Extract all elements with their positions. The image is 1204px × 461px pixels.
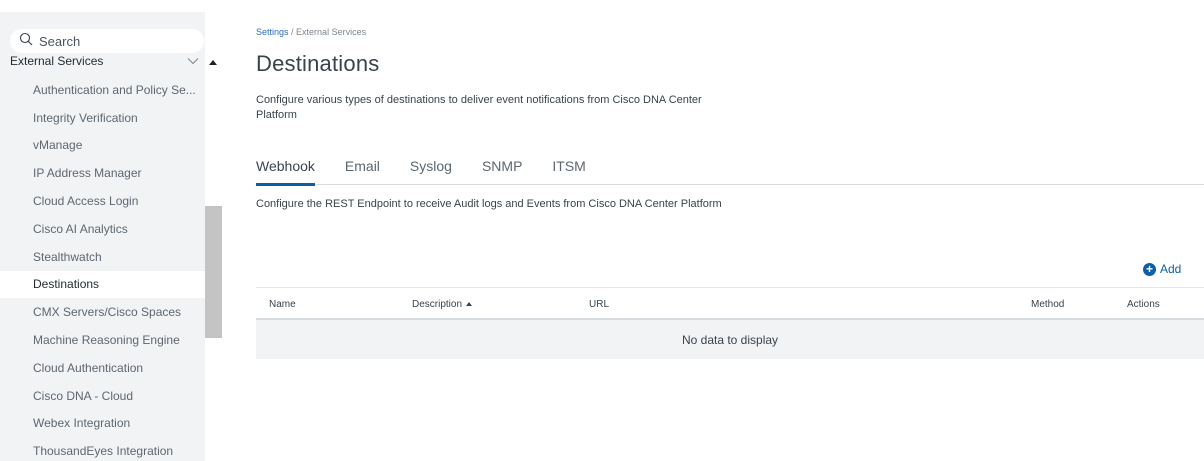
search-box[interactable] — [10, 29, 204, 53]
sidebar: External Services Authentication and Pol… — [0, 0, 222, 461]
sidebar-item-cloud-access-login[interactable]: Cloud Access Login — [0, 187, 205, 215]
tab-email[interactable]: Email — [345, 157, 380, 185]
table-header: Name Description URL Method Actions — [256, 287, 1204, 320]
plus-circle-icon: + — [1143, 262, 1156, 276]
search-icon — [19, 32, 33, 51]
tab-webhook[interactable]: Webhook — [256, 157, 315, 186]
page-description: Configure various types of destinations … — [256, 94, 702, 121]
tab-snmp[interactable]: SNMP — [482, 157, 522, 185]
chevron-down-icon[interactable] — [187, 54, 199, 68]
column-header-url[interactable]: URL — [589, 299, 609, 310]
sidebar-item-ip-address-manager[interactable]: IP Address Manager — [0, 159, 205, 187]
sidebar-item-thousandeyes-integration[interactable]: ThousandEyes Integration — [0, 437, 205, 461]
tab-syslog[interactable]: Syslog — [410, 157, 452, 185]
sidebar-item-cisco-ai-analytics[interactable]: Cisco AI Analytics — [0, 215, 205, 243]
add-button-label: Add — [1160, 262, 1182, 276]
page-title: Destinations — [256, 51, 380, 76]
sidebar-nav: Authentication and Policy Se... Integrit… — [0, 76, 205, 461]
breadcrumb-current: External Services — [296, 27, 367, 37]
section-header-external-services[interactable]: External Services — [10, 52, 205, 70]
sidebar-item-vmanage[interactable]: vManage — [0, 132, 205, 160]
sidebar-item-authentication-policy[interactable]: Authentication and Policy Se... — [0, 76, 205, 104]
column-header-description-label: Description — [412, 299, 463, 310]
table-empty-row: No data to display — [256, 320, 1204, 359]
tab-itsm[interactable]: ITSM — [552, 157, 585, 185]
breadcrumb-settings-link[interactable]: Settings — [256, 27, 289, 37]
sidebar-item-integrity-verification[interactable]: Integrity Verification — [0, 104, 205, 132]
sidebar-item-cisco-dna-cloud[interactable]: Cisco DNA - Cloud — [0, 382, 205, 410]
main-content: Settings / External Services Destination… — [256, 0, 1204, 461]
column-header-method[interactable]: Method — [1031, 299, 1064, 310]
scrollbar-thumb[interactable] — [205, 206, 222, 338]
sidebar-scrollbar[interactable] — [205, 50, 222, 461]
column-header-actions: Actions — [1127, 299, 1160, 310]
scroll-up-arrow-icon[interactable] — [209, 60, 217, 65]
breadcrumb: Settings / External Services — [256, 27, 366, 37]
breadcrumb-separator: / — [288, 27, 297, 37]
section-title: External Services — [10, 54, 104, 68]
sidebar-item-destinations[interactable]: Destinations — [0, 270, 205, 299]
column-header-name[interactable]: Name — [269, 299, 296, 310]
sidebar-item-cmx-servers[interactable]: CMX Servers/Cisco Spaces — [0, 298, 205, 326]
add-button[interactable]: + Add — [1143, 262, 1181, 276]
sidebar-item-webex-integration[interactable]: Webex Integration — [0, 410, 205, 438]
sidebar-item-cloud-authentication[interactable]: Cloud Authentication — [0, 354, 205, 382]
search-input[interactable] — [39, 33, 189, 49]
sidebar-item-machine-reasoning-engine[interactable]: Machine Reasoning Engine — [0, 326, 205, 354]
sidebar-item-stealthwatch[interactable]: Stealthwatch — [0, 243, 205, 271]
webhook-table: Name Description URL Method Actions No d… — [256, 287, 1204, 359]
empty-message: No data to display — [681, 332, 779, 347]
column-header-description[interactable]: Description — [412, 299, 473, 310]
tab-bar: Webhook Email Syslog SNMP ITSM — [256, 157, 1204, 186]
sort-ascending-icon — [466, 302, 473, 306]
webhook-description: Configure the REST Endpoint to receive A… — [256, 198, 722, 210]
